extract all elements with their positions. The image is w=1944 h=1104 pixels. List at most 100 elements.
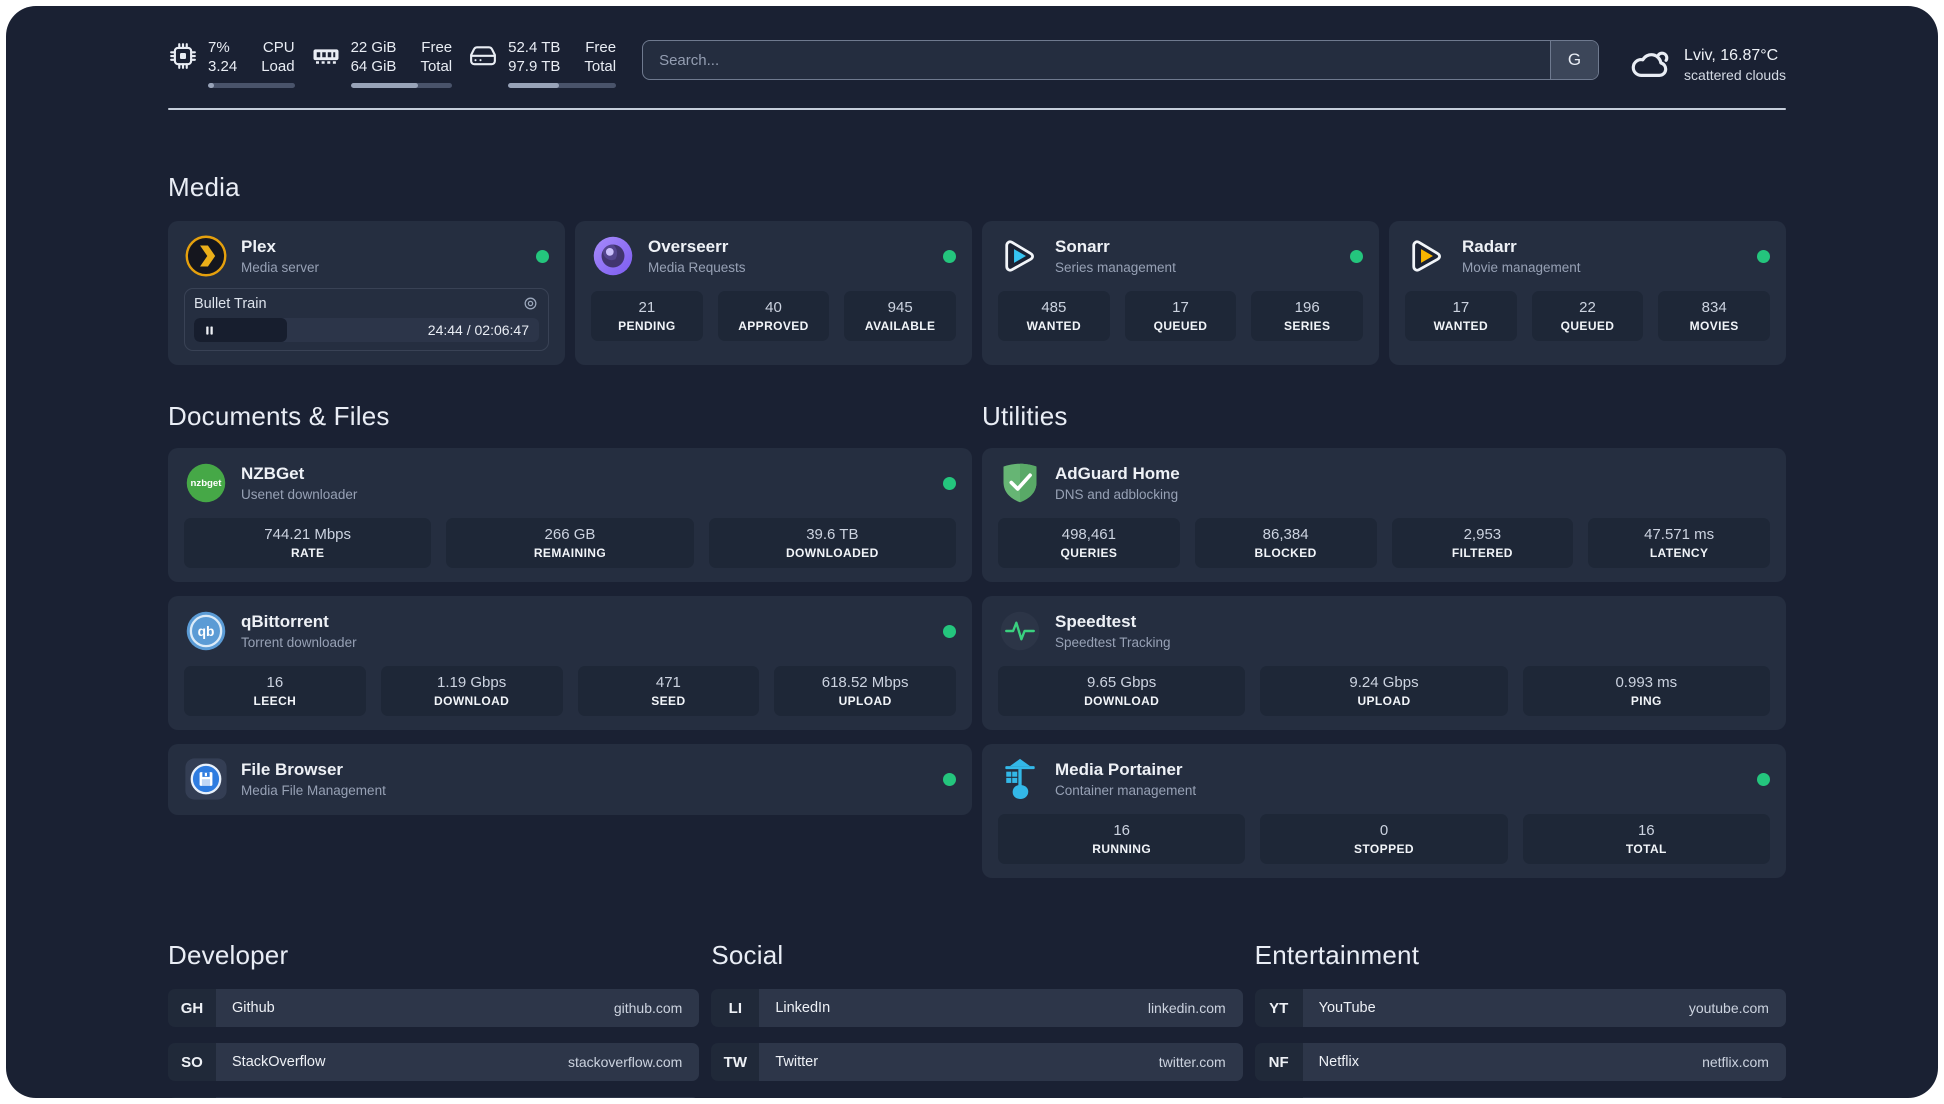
stat-label: REMAINING [533, 546, 607, 560]
app-card-header: Speedtest Speedtest Tracking [998, 609, 1770, 653]
app-card-header: Radarr Movie management [1405, 234, 1770, 278]
bookmark-netflix[interactable]: NF Netflix netflix.com [1254, 1043, 1786, 1081]
adguard-icon [998, 461, 1042, 505]
system-stat-label: Free [585, 39, 617, 56]
now-playing-panel: Bullet Train 24:44 / 02:06:47 [184, 288, 549, 351]
bookmark-url: github.com [613, 1000, 683, 1016]
system-stat-label: CPU [262, 39, 295, 56]
bookmark-pill: Twitter twitter.com [759, 1043, 1243, 1081]
system-stat-value: 52.4 TB [508, 39, 561, 56]
bookmark-abbr-badge: TW [711, 1043, 760, 1081]
disk-icon [468, 38, 498, 71]
playback-time: 24:44 / 02:06:47 [427, 322, 529, 338]
bookmark-url: linkedin.com [1147, 1000, 1226, 1016]
stat-value: 17 [1172, 299, 1189, 316]
stat-value: 618.52 Mbps [821, 674, 909, 691]
stat-box-rate: 744.21 Mbps RATE [184, 518, 432, 568]
stat-value: 196 [1294, 299, 1320, 316]
app-card-file-browser[interactable]: File Browser Media File Management [168, 744, 972, 815]
app-card-adguard-home[interactable]: AdGuard Home DNS and adblocking 498,461 … [982, 448, 1786, 582]
bookmark-group-entertainment: Entertainment YT YouTube youtube.com NF … [1254, 940, 1786, 1098]
section-documents: Documents & Files nzbget NZBGet Usenet d… [168, 401, 972, 878]
system-stat-body: 7% CPU 3.24 Load [208, 38, 295, 88]
bookmark-youtube[interactable]: YT YouTube youtube.com [1254, 989, 1786, 1027]
playback-progress-bar[interactable]: 24:44 / 02:06:47 [194, 318, 539, 342]
filebrowser-icon [184, 757, 228, 801]
utilities-cards: AdGuard Home DNS and adblocking 498,461 … [982, 448, 1786, 878]
bookmark-linkedin[interactable]: LI LinkedIn linkedin.com [711, 989, 1243, 1027]
system-stats: 7% CPU 3.24 Load 22 GiB Free 64 GiB Tota… [168, 38, 617, 88]
stat-value: 2,953 [1463, 526, 1502, 543]
app-name: AdGuard Home [1055, 464, 1180, 483]
bookmark-name: StackOverflow [232, 1054, 326, 1070]
stat-box-upload: 618.52 Mbps UPLOAD [774, 666, 956, 716]
stat-value: 16 [1113, 822, 1130, 839]
stat-box-downloaded: 39.6 TB DOWNLOADED [708, 518, 956, 568]
stat-label: WANTED [1433, 319, 1489, 333]
stat-label: STOPPED [1354, 842, 1414, 856]
app-description: Media server [241, 260, 320, 275]
online-status-dot [943, 772, 956, 786]
app-name: Overseerr [648, 237, 729, 256]
app-stats-row: 16 LEECH 1.19 Gbps DOWNLOAD 471 SEED 618… [184, 666, 956, 716]
online-status-dot [943, 624, 956, 638]
search-input[interactable] [642, 40, 1600, 80]
app-card-header: Sonarr Series management [998, 234, 1363, 278]
sonarr-icon [998, 234, 1042, 278]
bookmark-name: Twitter [775, 1054, 819, 1070]
radarr-icon [1405, 234, 1449, 278]
bookmark-github[interactable]: GH Github github.com [168, 989, 700, 1027]
bookmark-pill: Netflix netflix.com [1302, 1043, 1786, 1081]
system-stat-value: 97.9 TB [508, 58, 561, 75]
bookmark-stackoverflow[interactable]: SO StackOverflow stackoverflow.com [168, 1043, 700, 1081]
stat-value: 1.19 Gbps [437, 674, 507, 691]
online-status-dot [1350, 249, 1363, 263]
bookmark-list: GH Github github.com SO StackOverflow st… [168, 989, 700, 1098]
stat-box-latency: 47.571 ms LATENCY [1588, 518, 1770, 568]
system-stat-label: Total [420, 58, 453, 75]
stat-value: 17 [1452, 299, 1470, 316]
weather-widget: Lviv, 16.87°C scattered clouds [1629, 43, 1786, 85]
stat-value: 0 [1379, 822, 1389, 839]
app-card-plex[interactable]: Plex Media server Bullet Train 24:44 / 0… [168, 221, 565, 365]
system-stat-value: 7% [208, 39, 230, 56]
bookmark-abbr-badge: SO [168, 1043, 216, 1081]
system-stat-label: Free [421, 39, 453, 56]
weather-condition: scattered clouds [1684, 66, 1786, 83]
app-description: Container management [1055, 783, 1197, 798]
bookmark-twitter[interactable]: TW Twitter twitter.com [711, 1043, 1243, 1081]
bookmark-list: YT YouTube youtube.com NF Netflix netfli… [1254, 989, 1786, 1098]
section-media: Media Plex Media server Bullet Train 24:… [168, 172, 1786, 365]
stat-label: UPLOAD [1357, 694, 1411, 708]
app-card-sonarr[interactable]: Sonarr Series management 485 WANTED 17 Q… [982, 221, 1379, 365]
stat-box-pending: 21 PENDING [591, 291, 703, 341]
stat-label: PENDING [618, 319, 676, 333]
bookmark-dev[interactable]: DT DEV dev.to [168, 1097, 700, 1098]
bookmark-abbr-badge: LI [711, 989, 760, 1027]
app-stats-row: 744.21 Mbps RATE 266 GB REMAINING 39.6 T… [184, 518, 956, 568]
stat-box-leech: 16 LEECH [184, 666, 366, 716]
stat-value: 9.24 Gbps [1349, 674, 1419, 691]
app-card-speedtest[interactable]: Speedtest Speedtest Tracking 9.65 Gbps D… [982, 596, 1786, 730]
app-card-media-portainer[interactable]: Media Portainer Container management 16 … [982, 744, 1786, 878]
app-card-radarr[interactable]: Radarr Movie management 17 WANTED 22 QUE… [1389, 221, 1786, 365]
pause-icon[interactable] [203, 324, 216, 337]
gear-icon[interactable] [522, 295, 539, 312]
app-name: File Browser [241, 760, 344, 779]
app-card-qbittorrent[interactable]: qb qBittorrent Torrent downloader 16 LEE… [168, 596, 972, 730]
search-engine-button[interactable]: G [1550, 41, 1599, 79]
bookmark-pill: StackOverflow stackoverflow.com [216, 1043, 700, 1081]
app-card-header: Plex Media server [184, 234, 549, 278]
main-area: Media Plex Media server Bullet Train 24:… [168, 172, 1786, 1098]
app-card-overseerr[interactable]: Overseerr Media Requests 21 PENDING 40 A… [575, 221, 972, 365]
stat-value: 945 [887, 299, 913, 316]
usage-progress-bar [508, 83, 617, 88]
media-cards-row: Plex Media server Bullet Train 24:44 / 0… [168, 221, 1786, 365]
app-titles: Plex Media server [241, 236, 319, 276]
playback-progress-fill [194, 318, 288, 342]
app-card-nzbget[interactable]: nzbget NZBGet Usenet downloader 744.21 M… [168, 448, 972, 582]
stat-value: 266 GB [544, 526, 596, 543]
bookmark-reddit[interactable]: RE Reddit reddit.com [1254, 1097, 1786, 1098]
stat-box-series: 196 SERIES [1251, 291, 1363, 341]
stat-value: 744.21 Mbps [264, 526, 352, 543]
